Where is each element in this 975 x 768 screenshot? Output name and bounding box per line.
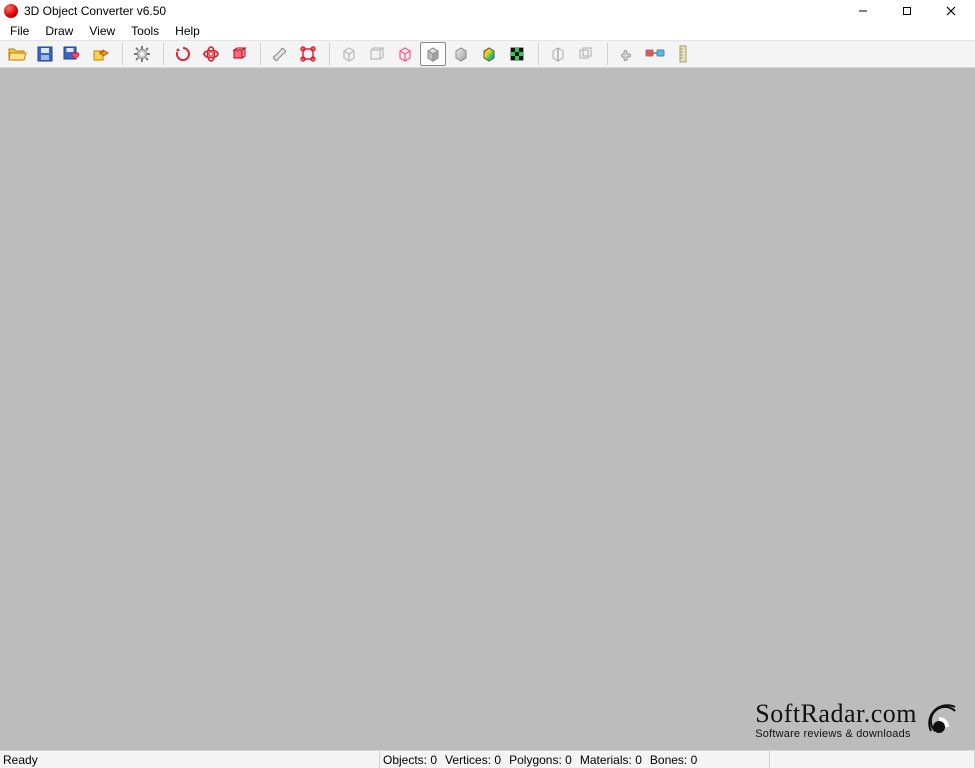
double-sided-button[interactable] (573, 42, 599, 66)
cube-wire2-icon (368, 45, 386, 63)
viewport[interactable]: SoftRadar.com Software reviews & downloa… (0, 68, 975, 750)
measure-button[interactable] (670, 42, 696, 66)
joints-button[interactable] (295, 42, 321, 66)
close-button[interactable] (929, 0, 973, 22)
menu-file[interactable]: File (2, 22, 37, 40)
plugin-icon (618, 45, 636, 63)
status-empty (770, 751, 975, 768)
color-gradient-button[interactable] (476, 42, 502, 66)
wire-red-button[interactable] (392, 42, 418, 66)
checker-texture-button[interactable] (504, 42, 530, 66)
title-bar: 3D Object Converter v6.50 (0, 0, 975, 22)
cube-wire-icon (340, 45, 358, 63)
bones-button[interactable] (267, 42, 293, 66)
cube-smooth-icon (452, 45, 470, 63)
rotate-y-button[interactable] (226, 42, 252, 66)
wire-left-button[interactable] (336, 42, 362, 66)
cube-wire-red-icon (396, 45, 414, 63)
toolbar-separator (607, 43, 608, 65)
radar-icon (925, 701, 961, 737)
watermark-title: SoftRadar.com (755, 701, 917, 727)
status-stats: Objects: 0 Vertices: 0 Polygons: 0 Mater… (380, 751, 770, 768)
save-button[interactable] (32, 42, 58, 66)
export-button[interactable] (88, 42, 114, 66)
export-icon (92, 45, 110, 63)
bone-icon (271, 45, 289, 63)
toolbar-separator (260, 43, 261, 65)
maximize-button[interactable] (885, 0, 929, 22)
menu-tools[interactable]: Tools (123, 22, 167, 40)
menu-draw[interactable]: Draw (37, 22, 81, 40)
folder-open-icon (7, 45, 27, 63)
status-ready-text: Ready (3, 753, 38, 767)
watermark: SoftRadar.com Software reviews & downloa… (755, 701, 961, 740)
flip-normals-button[interactable] (545, 42, 571, 66)
joints-icon (299, 45, 317, 63)
gear-icon (133, 45, 151, 63)
smooth-shade-button[interactable] (448, 42, 474, 66)
toolbar (0, 40, 975, 68)
menu-help[interactable]: Help (167, 22, 208, 40)
status-materials: Materials: 0 (580, 753, 642, 767)
cube-checker-icon (508, 45, 526, 63)
plugin-button[interactable] (614, 42, 640, 66)
anaglyph-button[interactable] (642, 42, 668, 66)
status-polygons: Polygons: 0 (509, 753, 572, 767)
ruler-icon (675, 45, 691, 63)
menu-bar: File Draw View Tools Help (0, 22, 975, 40)
watermark-subtitle: Software reviews & downloads (755, 728, 910, 740)
cube-rainbow-icon (480, 45, 498, 63)
toolbar-separator (538, 43, 539, 65)
toolbar-separator (329, 43, 330, 65)
orbit-icon (202, 45, 220, 63)
minimize-button[interactable] (841, 0, 885, 22)
rotate-free-button[interactable] (198, 42, 224, 66)
window-title: 3D Object Converter v6.50 (24, 4, 166, 18)
glasses-icon (645, 47, 665, 61)
toolbar-separator (163, 43, 164, 65)
cube-flat-icon (424, 45, 442, 63)
status-bar: Ready Objects: 0 Vertices: 0 Polygons: 0… (0, 750, 975, 768)
floppy-icon (36, 45, 54, 63)
status-vertices: Vertices: 0 (445, 753, 501, 767)
status-ready: Ready (0, 751, 380, 768)
rotate-arrow-icon (174, 45, 192, 63)
rotate-cube-icon (230, 45, 248, 63)
toolbar-separator (122, 43, 123, 65)
save-config-button[interactable] (60, 42, 86, 66)
cube-flip-icon (549, 45, 567, 63)
status-bones: Bones: 0 (650, 753, 697, 767)
status-objects: Objects: 0 (383, 753, 437, 767)
floppy-heart-icon (63, 45, 83, 63)
flat-shade-button[interactable] (420, 42, 446, 66)
window-controls (841, 0, 973, 22)
options-button[interactable] (129, 42, 155, 66)
menu-view[interactable]: View (81, 22, 123, 40)
app-icon (4, 4, 18, 18)
wire-front-button[interactable] (364, 42, 390, 66)
open-button[interactable] (4, 42, 30, 66)
cube-double-icon (577, 45, 595, 63)
rotate-x-button[interactable] (170, 42, 196, 66)
